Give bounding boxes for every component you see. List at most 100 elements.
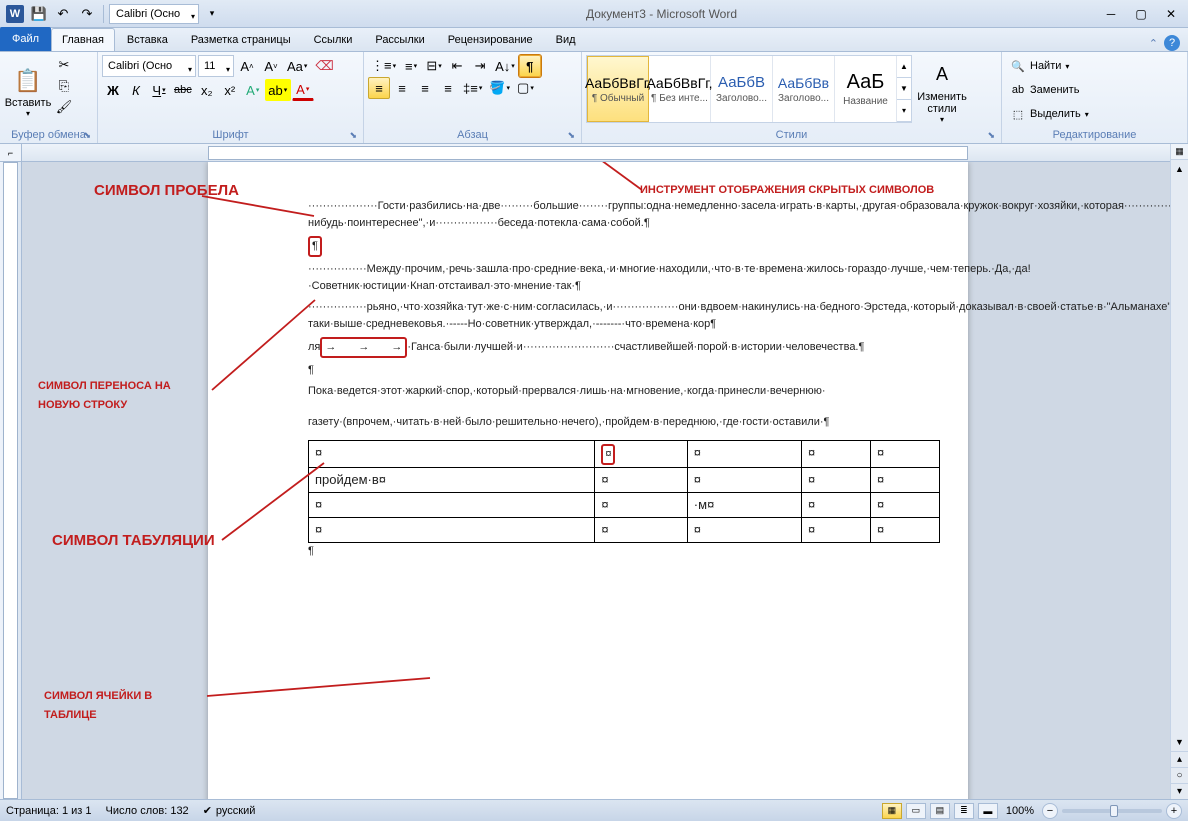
gallery-scroll[interactable]: ▲▼▾ [897, 56, 911, 122]
vertical-ruler[interactable] [0, 162, 22, 799]
highlight-button[interactable]: ab [265, 79, 291, 101]
qat-more-button[interactable]: ▾ [201, 3, 223, 25]
reading-view[interactable]: ▭ [906, 803, 926, 819]
zoom-out-button[interactable]: − [1042, 803, 1058, 819]
horizontal-ruler[interactable] [22, 144, 1170, 162]
scroll-up-button[interactable]: ▲ [1171, 160, 1188, 178]
styles-launcher[interactable]: ⬊ [987, 130, 995, 141]
minimize-ribbon-button[interactable]: ⌃ [1149, 37, 1158, 50]
find-button[interactable]: 🔍Найти ▾ [1006, 55, 1093, 77]
status-language[interactable]: ✔русский [203, 804, 256, 817]
maximize-button[interactable]: ▢ [1130, 5, 1152, 23]
table-row[interactable]: пройдем·в¤¤¤¤¤ [309, 467, 940, 492]
style-heading2[interactable]: АаБбВвЗаголово... [773, 56, 835, 122]
zoom-in-button[interactable]: + [1166, 803, 1182, 819]
style-title[interactable]: АаБНазвание [835, 56, 897, 122]
help-button[interactable]: ? [1164, 35, 1180, 51]
tab-references[interactable]: Ссылки [303, 28, 364, 51]
next-page-button[interactable]: ▾ [1171, 783, 1188, 799]
paragraph[interactable]: ¶ [308, 236, 940, 257]
page-viewport[interactable]: ···················Гости·разбились·на·дв… [22, 162, 1170, 799]
replace-button[interactable]: abЗаменить [1006, 79, 1093, 101]
paste-button[interactable]: 📋 Вставить ▾ [4, 55, 52, 127]
minimize-button[interactable]: ─ [1100, 5, 1122, 23]
tab-mailings[interactable]: Рассылки [364, 28, 435, 51]
redo-button[interactable]: ↷ [76, 3, 98, 25]
cut-button[interactable]: ✂ [54, 55, 74, 75]
document-page[interactable]: ···················Гости·разбились·на·дв… [208, 162, 968, 799]
subscript-button[interactable]: x₂ [196, 79, 218, 101]
scroll-down-button[interactable]: ▼ [1171, 733, 1188, 751]
ruler-corner[interactable]: ⌐ [0, 144, 22, 162]
font-size-combo[interactable]: 11 [198, 55, 234, 77]
table-row[interactable]: ¤¤·м¤¤¤ [309, 492, 940, 517]
tab-insert[interactable]: Вставка [116, 28, 179, 51]
show-hide-marks-button[interactable]: ¶ [519, 55, 541, 77]
grow-font-button[interactable]: A˄ [236, 55, 258, 77]
font-color-button[interactable]: A [292, 79, 314, 101]
align-right-button[interactable]: ≡ [414, 77, 436, 99]
save-button[interactable]: 💾 [28, 3, 50, 25]
multilevel-button[interactable]: ⊟ [423, 55, 445, 77]
web-view[interactable]: ▤ [930, 803, 950, 819]
numbering-button[interactable]: ≡ [400, 55, 422, 77]
change-styles-button[interactable]: A Изменить стили ▾ [912, 55, 972, 127]
word-app-icon[interactable]: W [4, 3, 26, 25]
paragraph[interactable]: ···················Гости·разбились·на·дв… [308, 198, 940, 232]
shading-button[interactable]: 🪣 [486, 77, 513, 99]
paragraph[interactable]: Пока·ведется·этот·жаркий·спор,·который·п… [308, 383, 940, 400]
paragraph[interactable]: газету·(впрочем,·читать·в·ней·было·решит… [308, 414, 940, 431]
paragraph[interactable]: ················рьяно,·что·хозяйка·тут·ж… [308, 299, 940, 333]
paragraph[interactable]: ¶ [308, 362, 940, 379]
line-spacing-button[interactable]: ‡≡ [460, 77, 485, 99]
tab-home[interactable]: Главная [51, 28, 115, 51]
table-row[interactable]: ¤¤¤¤¤ [309, 517, 940, 542]
page-content[interactable]: ···················Гости·разбились·на·дв… [308, 198, 940, 564]
bold-button[interactable]: Ж [102, 79, 124, 101]
format-painter-button[interactable]: 🖌 [54, 97, 74, 117]
text-effects-button[interactable]: A [242, 79, 264, 101]
bullets-button[interactable]: ⋮≡ [368, 55, 399, 77]
shrink-font-button[interactable]: A˅ [260, 55, 282, 77]
paragraph-launcher[interactable]: ⬊ [567, 130, 575, 141]
file-tab[interactable]: Файл [0, 27, 51, 51]
zoom-slider[interactable] [1062, 809, 1162, 813]
draft-view[interactable]: ▬ [978, 803, 998, 819]
table-row[interactable]: ¤¤¤¤¤ [309, 440, 940, 467]
copy-button[interactable]: ⎘ [54, 76, 74, 96]
clipboard-launcher[interactable]: ⬊ [83, 130, 91, 141]
scroll-track[interactable] [1171, 178, 1188, 733]
paragraph[interactable]: ················Между·прочим,·речь·зашла… [308, 261, 940, 295]
styles-gallery[interactable]: АаБбВвГг,¶ Обычный АаБбВвГг,¶ Без инте..… [586, 55, 912, 123]
vertical-scrollbar[interactable]: ▦ ▲ ▼ ▴ ○ ▾ [1170, 144, 1188, 799]
clear-format-button[interactable]: ⌫ [312, 55, 336, 77]
prev-page-button[interactable]: ▴ [1171, 751, 1188, 767]
strike-button[interactable]: abc [171, 79, 195, 101]
borders-button[interactable]: ▢ [514, 77, 537, 99]
table[interactable]: ¤¤¤¤¤ пройдем·в¤¤¤¤¤ ¤¤·м¤¤¤ ¤¤¤¤¤ [308, 440, 940, 543]
paragraph[interactable]: ля→ → →·Ганса·были·лучшей·и·············… [308, 337, 940, 358]
print-layout-view[interactable]: ▦ [882, 803, 902, 819]
close-button[interactable]: ✕ [1160, 5, 1182, 23]
style-heading1[interactable]: АаБбВЗаголово... [711, 56, 773, 122]
italic-button[interactable]: К [125, 79, 147, 101]
paragraph[interactable]: ¶ [308, 543, 940, 560]
align-left-button[interactable]: ≡ [368, 77, 390, 99]
justify-button[interactable]: ≡ [437, 77, 459, 99]
outline-view[interactable]: ≣ [954, 803, 974, 819]
select-button[interactable]: ⬚Выделить ▾ [1006, 103, 1093, 125]
increase-indent-button[interactable]: ⇥ [469, 55, 491, 77]
browse-object-button[interactable]: ○ [1171, 767, 1188, 783]
sort-button[interactable]: A↓ [492, 55, 518, 77]
undo-button[interactable]: ↶ [52, 3, 74, 25]
style-no-spacing[interactable]: АаБбВвГг,¶ Без инте... [649, 56, 711, 122]
tab-view[interactable]: Вид [545, 28, 587, 51]
superscript-button[interactable]: x² [219, 79, 241, 101]
change-case-button[interactable]: Aa [284, 55, 310, 77]
tab-layout[interactable]: Разметка страницы [180, 28, 302, 51]
underline-button[interactable]: Ч [148, 79, 170, 101]
decrease-indent-button[interactable]: ⇤ [446, 55, 468, 77]
qat-font-combo[interactable]: Calibri (Осно [109, 4, 199, 24]
tab-review[interactable]: Рецензирование [437, 28, 544, 51]
ruler-toggle-button[interactable]: ▦ [1171, 144, 1188, 160]
